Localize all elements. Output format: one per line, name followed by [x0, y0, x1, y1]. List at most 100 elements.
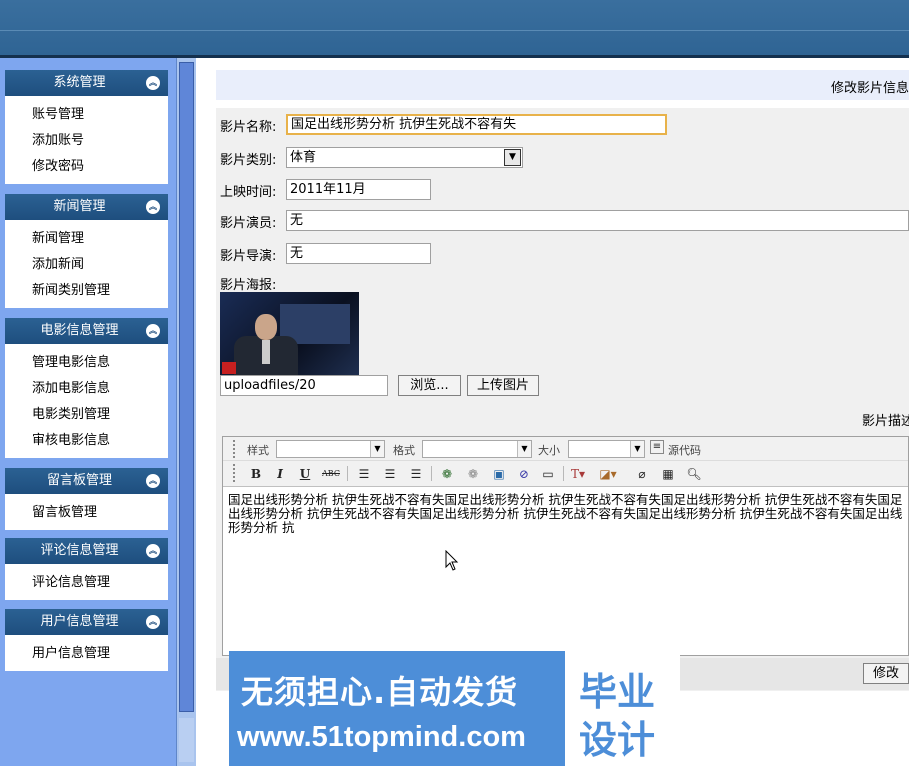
sidebar-group-system: 系统管理 ︽ 账号管理 添加账号 修改密码 [5, 70, 168, 184]
align-left-icon[interactable]: ☰ [355, 465, 373, 483]
underline-icon[interactable]: U [296, 465, 314, 483]
browse-button[interactable]: 浏览... [398, 375, 461, 396]
upload-image-button[interactable]: 上传图片 [467, 375, 539, 396]
actors-label: 影片演员: [220, 216, 277, 231]
style-dropdown[interactable]: ▼ [276, 440, 385, 458]
watermark-text-area: 无须担心.自动发货 www.51topmind.com [229, 651, 562, 766]
sidebar-item-news-manage[interactable]: 新闻管理 [32, 226, 168, 252]
category-select[interactable]: 体育 ▼ [286, 147, 523, 168]
sidebar-group-guestbook: 留言板管理 ︽ 留言板管理 [5, 468, 168, 530]
poster-path-input[interactable]: uploadfiles/20 [220, 375, 388, 396]
sidebar-group-comments: 评论信息管理 ︽ 评论信息管理 [5, 538, 168, 600]
movie-name-input[interactable]: 国足出线形势分析 抗伊生死战不容有失 [286, 114, 667, 135]
sidebar-group-news: 新闻管理 ︽ 新闻管理 添加新闻 新闻类别管理 [5, 194, 168, 308]
sidebar-group-header[interactable]: 评论信息管理 ︽ [5, 538, 168, 564]
group-title: 留言板管理 [46, 473, 112, 488]
format-dropdown[interactable]: ▼ [422, 440, 532, 458]
scrollbar-track[interactable] [179, 718, 194, 762]
collapse-icon[interactable]: ︽ [146, 615, 160, 629]
align-center-icon[interactable]: ☰ [381, 465, 399, 483]
sidebar-item-users-manage[interactable]: 用户信息管理 [32, 641, 168, 667]
submit-button[interactable]: 修改 [863, 663, 909, 684]
date-label: 上映时间: [220, 185, 277, 200]
watermark-badge: 毕业 设计 [565, 651, 680, 766]
bold-icon[interactable]: B [247, 465, 265, 483]
director-input[interactable]: 无 [286, 243, 431, 264]
sidebar-group-header[interactable]: 电影信息管理 ︽ [5, 318, 168, 344]
sidebar-scrollbar[interactable] [176, 58, 196, 766]
watermark-slogan: 无须担心.自动发货 [241, 673, 519, 711]
header-divider [0, 30, 909, 31]
special-char-icon[interactable]: ▦ [659, 465, 677, 483]
sidebar-item-guestbook-manage[interactable]: 留言板管理 [32, 500, 168, 526]
sidebar-item-add-account[interactable]: 添加账号 [32, 128, 168, 154]
group-title: 新闻管理 [53, 199, 106, 214]
sidebar-group-movie: 电影信息管理 ︽ 管理电影信息 添加电影信息 电影类别管理 审核电影信息 [5, 318, 168, 458]
chevron-down-icon[interactable]: ▼ [504, 149, 521, 166]
preview-icon[interactable]: 🔍︎ [685, 465, 703, 483]
group-title: 评论信息管理 [40, 543, 119, 558]
description-label: 影片描述 [862, 414, 909, 429]
sidebar-item-account-manage[interactable]: 账号管理 [32, 102, 168, 128]
poster-image [220, 292, 359, 376]
toolbar-grip[interactable] [233, 464, 237, 482]
category-label: 影片类别: [220, 153, 277, 168]
page-title-bar: 修改影片信息 [216, 70, 909, 100]
editor-toolbar-formatting: B I U ABC ☰ ☰ ☰ ❁ ❁ ▣ ⊘ ▭ T▾ ◪▾ ⌀ ▦ 🔍︎ [223, 461, 908, 487]
align-right-icon[interactable]: ☰ [407, 465, 425, 483]
text-color-icon[interactable]: T▾ [569, 465, 587, 483]
collapse-icon[interactable]: ︽ [146, 200, 160, 214]
director-label: 影片导演: [220, 249, 277, 264]
eraser-icon[interactable]: ⌀ [633, 465, 651, 483]
sidebar-group-header[interactable]: 系统管理 ︽ [5, 70, 168, 96]
group-title: 系统管理 [53, 75, 106, 90]
insert-table-icon[interactable]: ▭ [539, 465, 557, 483]
name-label: 影片名称: [220, 120, 277, 135]
source-code-icon[interactable]: ≡ [650, 440, 664, 454]
sidebar-item-comments-manage[interactable]: 评论信息管理 [32, 570, 168, 596]
mouse-cursor-icon [445, 550, 459, 571]
group-title: 电影信息管理 [40, 323, 119, 338]
collapse-icon[interactable]: ︽ [146, 544, 160, 558]
strikethrough-icon[interactable]: ABC [322, 465, 340, 483]
chevron-down-icon[interactable]: ▼ [630, 441, 644, 457]
source-code-label[interactable]: 源代码 [668, 442, 701, 458]
sidebar-group-header[interactable]: 用户信息管理 ︽ [5, 609, 168, 635]
toolbar-separator [431, 466, 432, 481]
collapse-icon[interactable]: ︽ [146, 324, 160, 338]
scrollbar-thumb[interactable] [179, 62, 194, 712]
style-label: 样式 [247, 444, 269, 457]
sidebar-group-header[interactable]: 新闻管理 ︽ [5, 194, 168, 220]
size-dropdown[interactable]: ▼ [568, 440, 645, 458]
size-label: 大小 [538, 444, 560, 457]
watermark-url: www.51topmind.com [237, 721, 526, 753]
chevron-down-icon[interactable]: ▼ [370, 441, 384, 457]
sidebar-item-add-news[interactable]: 添加新闻 [32, 252, 168, 278]
poster-label: 影片海报: [220, 278, 277, 293]
toolbar-grip[interactable] [233, 440, 237, 458]
sidebar-item-movie-manage[interactable]: 管理电影信息 [32, 350, 168, 376]
insert-link-icon[interactable]: ❁ [438, 465, 456, 483]
collapse-icon[interactable]: ︽ [146, 474, 160, 488]
sidebar-item-change-password[interactable]: 修改密码 [32, 154, 168, 180]
release-date-input[interactable]: 2011年11月 [286, 179, 431, 200]
collapse-icon[interactable]: ︽ [146, 76, 160, 90]
movie-edit-form: 影片名称: 国足出线形势分析 抗伊生死战不容有失 影片类别: 体育 ▼ 上映时间… [216, 108, 909, 691]
rich-text-editor[interactable]: 样式 ▼ 格式 ▼ 大小 ▼ ≡ 源代码 B I U ABC ☰ ☰ ☰ ❁ ❁… [222, 436, 909, 656]
italic-icon[interactable]: I [271, 465, 289, 483]
sidebar-group-header[interactable]: 留言板管理 ︽ [5, 468, 168, 494]
sidebar-item-review-movie[interactable]: 审核电影信息 [32, 428, 168, 454]
chevron-down-icon[interactable]: ▼ [517, 441, 531, 457]
insert-flash-icon[interactable]: ⊘ [515, 465, 533, 483]
editor-content[interactable]: 国足出线形势分析 抗伊生死战不容有失国足出线形势分析 抗伊生死战不容有失国足出线… [228, 493, 904, 535]
unlink-icon[interactable]: ❁ [464, 465, 482, 483]
sidebar-item-news-category[interactable]: 新闻类别管理 [32, 278, 168, 304]
actors-input[interactable]: 无 [286, 210, 909, 231]
sidebar-item-add-movie[interactable]: 添加电影信息 [32, 376, 168, 402]
background-color-icon[interactable]: ◪▾ [599, 465, 617, 483]
sidebar-item-movie-category[interactable]: 电影类别管理 [32, 402, 168, 428]
editor-toolbar-top: 样式 ▼ 格式 ▼ 大小 ▼ ≡ 源代码 [223, 437, 908, 461]
top-header [0, 0, 909, 58]
insert-image-icon[interactable]: ▣ [490, 465, 508, 483]
watermark-banner: 无须担心.自动发货 www.51topmind.com 毕业 设计 [229, 651, 680, 766]
